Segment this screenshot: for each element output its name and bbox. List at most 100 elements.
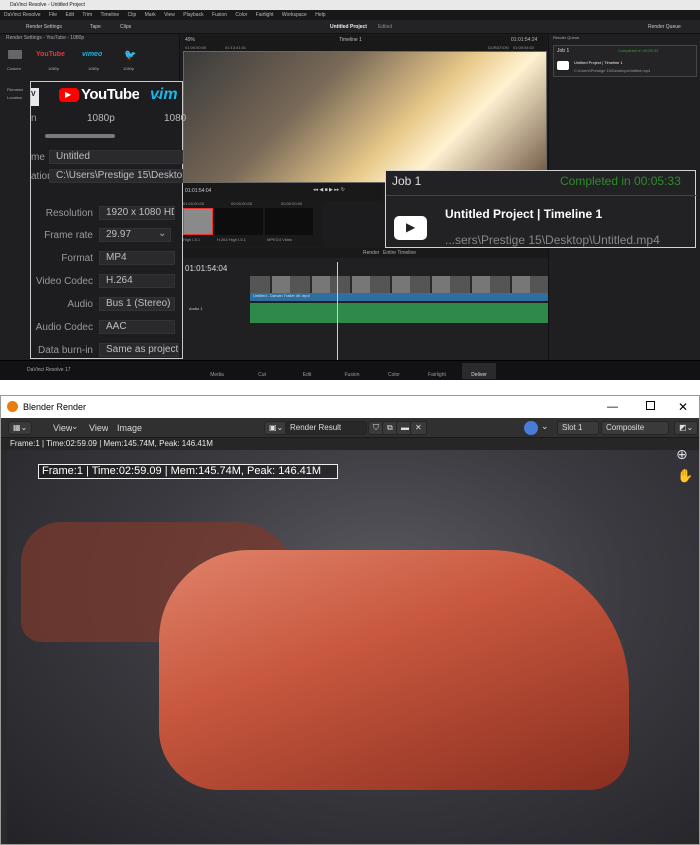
preset-vimeo[interactable]: vimeo <box>82 51 102 58</box>
clip-name: High L5.1 <box>183 237 201 242</box>
render-scope-select[interactable]: Entire Timeline <box>383 250 416 256</box>
page-tab-deliver[interactable]: Deliver <box>462 363 496 379</box>
clip-name: MPEG4 Video <box>267 237 293 242</box>
editor-type-icon[interactable]: ▦⌄ <box>8 421 33 435</box>
zoom-job-label: Job 1 <box>392 174 422 188</box>
transport-controls[interactable]: ◂◂ ◀ ■ ▶ ▸▸ ↻ <box>313 187 345 193</box>
image-editor-header: ▦⌄ View ⌄ View Image ▣⌄ Render Result ⛉ … <box>1 418 699 438</box>
preset-twitter-res: 1080p <box>123 66 135 71</box>
youtube-preset-label[interactable]: YouTube <box>81 86 139 103</box>
menu-item[interactable]: Fairlight <box>256 12 274 18</box>
clip-thumbnail[interactable] <box>265 208 313 235</box>
data-burn-in-select[interactable]: Same as project <box>99 343 179 357</box>
clip-thumbnail[interactable] <box>183 208 213 235</box>
window-title: DaVinci Resolve - Untitled Project <box>0 0 700 10</box>
transport-timecode: 01:01:54:04 <box>185 188 212 194</box>
render-clips-strip: 01:00:00:00 00:00:00:00 00:00:00:00 High… <box>183 201 323 246</box>
clip-thumbnail[interactable] <box>215 208 263 235</box>
zoom-icon[interactable]: ⊕ <box>676 446 688 463</box>
maximize-icon[interactable] <box>646 401 655 410</box>
preset-custom-label: Custom <box>7 66 21 71</box>
render-settings-button[interactable]: Render Settings <box>26 24 62 30</box>
duration-label: DURATION <box>488 45 509 50</box>
menu-item[interactable]: Clip <box>128 12 137 18</box>
minimize-icon[interactable]: — <box>607 396 618 418</box>
location-label: Location <box>7 95 23 100</box>
menu-item[interactable]: Mark <box>145 12 156 18</box>
clip-timecode: 01:00:00:00 <box>183 201 205 206</box>
menu-item[interactable]: View <box>164 12 175 18</box>
tape-button[interactable]: Tape <box>90 24 101 30</box>
menu-view-2[interactable]: View <box>89 423 108 433</box>
timecode-out: 01:13:41:01 <box>225 45 247 50</box>
menu-item[interactable]: File <box>49 12 57 18</box>
clip-name: H.264 High L5.1 <box>217 237 246 242</box>
menu-image[interactable]: Image <box>117 423 142 433</box>
page-tab-color[interactable]: Color <box>377 363 411 379</box>
collage: { "resolve": { "window_title": "DaVinci … <box>0 0 700 845</box>
chevron-down-icon[interactable]: ⌄ <box>158 228 166 239</box>
menu-item[interactable]: Timeline <box>101 12 120 18</box>
menu-item[interactable]: Workspace <box>282 12 307 18</box>
menu-item[interactable]: Trim <box>82 12 92 18</box>
chevron-down-icon[interactable]: ⌄ <box>71 421 79 432</box>
preset-youtube[interactable]: YouTube <box>36 51 65 58</box>
vimeo-preset-label[interactable]: vim <box>150 86 178 104</box>
timeline-name[interactable]: Timeline 1 <box>339 37 362 43</box>
side-edge <box>1 450 7 844</box>
window-title: Blender Render <box>23 402 87 412</box>
menu-item[interactable]: DaVinci Resolve <box>4 12 41 18</box>
playhead[interactable] <box>337 262 338 360</box>
car-render-image <box>159 550 629 790</box>
page-tab-media[interactable]: Media <box>200 363 234 379</box>
clips-button[interactable]: Clips <box>120 24 131 30</box>
location-input[interactable]: C:\Users\Prestige 15\Desktop <box>49 169 183 183</box>
filename-label: Filename <box>7 87 24 92</box>
chevron-down-icon[interactable]: ⌄ <box>541 421 549 432</box>
display-mode-icon[interactable] <box>524 421 538 435</box>
timeline-timecode: 01:01:54:04 <box>185 264 228 273</box>
preset-scrollbar[interactable] <box>45 134 115 138</box>
page-tab-edit[interactable]: Edit <box>290 363 324 379</box>
menu-item[interactable]: Fusion <box>212 12 227 18</box>
menu-item[interactable]: Edit <box>65 12 74 18</box>
page-tab-fusion[interactable]: Fusion <box>335 363 369 379</box>
menu-item[interactable]: Help <box>315 12 325 18</box>
menu-item[interactable]: Color <box>235 12 247 18</box>
timecode-in: 01:00:00:00 <box>185 45 207 50</box>
filename-input[interactable]: Untitled <box>49 150 183 164</box>
filename-label-partial: me <box>31 152 45 163</box>
format-select[interactable]: MP4 <box>99 251 175 265</box>
menu-bar: DaVinci Resolve File Edit Trim Timeline … <box>0 10 700 20</box>
hand-pan-icon[interactable]: ✋ <box>677 468 693 484</box>
audio-codec-select[interactable]: AAC <box>99 320 175 334</box>
clip-timecode: 00:00:00:00 <box>281 201 303 206</box>
video-codec-label: Video Codec <box>35 276 93 287</box>
unlink-icon[interactable]: ✕ <box>410 421 427 435</box>
menu-item[interactable]: Playback <box>183 12 203 18</box>
audio-select[interactable]: Bus 1 (Stereo) <box>99 297 175 311</box>
menu-view[interactable]: View <box>53 423 72 433</box>
zoom-job-path: ...sers\Prestige 15\Desktop\Untitled.mp4 <box>445 233 660 247</box>
divider <box>386 195 697 196</box>
page-tab-cut[interactable]: Cut <box>245 363 279 379</box>
page-tab-fairlight[interactable]: Fairlight <box>420 363 454 379</box>
frame-rate-label: Frame rate <box>44 230 93 241</box>
youtube-res-label: 1080p <box>87 113 115 124</box>
image-name-field[interactable]: Render Result <box>285 421 367 435</box>
display-channels-icon[interactable]: ◩⌄ <box>674 421 699 435</box>
render-job-card[interactable]: Job 1 Completed in 00:05:33 Untitled Pro… <box>553 45 697 77</box>
job-path: C:\Users\Prestige 15\Desktop\Untitled.mp… <box>574 68 651 73</box>
render-pass-select[interactable]: Composite <box>601 421 669 435</box>
render-queue-tab[interactable]: Render Queue <box>648 24 681 30</box>
transport-bar: 01:01:54:04 ◂◂ ◀ ■ ▶ ▸▸ ↻ <box>183 183 383 201</box>
close-icon[interactable]: ✕ <box>678 396 688 418</box>
resolution-select[interactable]: 1920 x 1080 HD <box>99 206 175 220</box>
job-status: Completed in 00:05:33 <box>618 48 659 53</box>
twitter-icon[interactable]: 🐦 <box>124 50 136 61</box>
title-bar: Blender Render — ✕ <box>1 396 699 418</box>
custom-preset-icon[interactable] <box>8 50 22 59</box>
zoom-level[interactable]: 49% <box>185 37 195 43</box>
slot-select[interactable]: Slot 1 <box>557 421 599 435</box>
video-codec-select[interactable]: H.264 <box>99 274 175 288</box>
